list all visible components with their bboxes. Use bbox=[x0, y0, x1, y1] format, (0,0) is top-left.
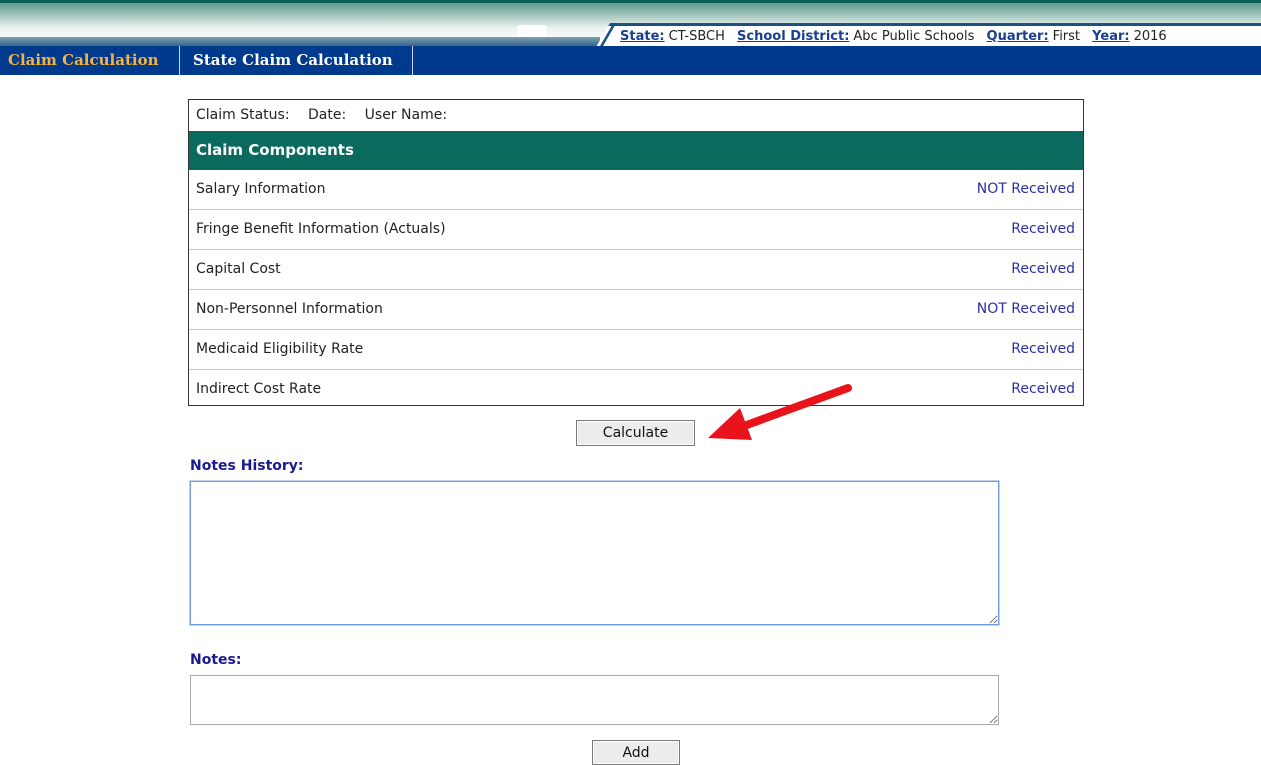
component-status: Received bbox=[1011, 261, 1075, 277]
annotation-arrow-icon bbox=[708, 384, 852, 440]
component-name: Medicaid Eligibility Rate bbox=[196, 341, 364, 357]
notes-textarea[interactable] bbox=[190, 675, 999, 725]
component-status: NOT Received bbox=[976, 301, 1075, 317]
notes-label: Notes: bbox=[190, 652, 242, 668]
claim-components-header: Claim Components bbox=[189, 131, 1083, 170]
year-value: 2016 bbox=[1133, 29, 1167, 44]
component-status: Received bbox=[1011, 341, 1075, 357]
component-row-capital-cost: Capital Cost Received bbox=[189, 250, 1083, 290]
school-district-value: Abc Public Schools bbox=[853, 29, 975, 44]
claim-components-panel: Claim Status: Date: User Name: Claim Com… bbox=[188, 99, 1084, 406]
calculate-button[interactable]: Calculate bbox=[576, 420, 695, 446]
top-banner: State: CT-SBCH School District: Abc Public… bbox=[0, 0, 1261, 47]
claim-user-label: User Name: bbox=[364, 107, 448, 123]
main-nav: Claim Calculation State Claim Calculatio… bbox=[0, 46, 1261, 75]
component-name: Capital Cost bbox=[196, 261, 281, 277]
component-row-non-personnel: Non-Personnel Information NOT Received bbox=[189, 290, 1083, 330]
component-status: NOT Received bbox=[976, 181, 1075, 197]
quarter-link[interactable]: Quarter: bbox=[987, 29, 1049, 44]
component-row-medicaid-eligibility: Medicaid Eligibility Rate Received bbox=[189, 330, 1083, 370]
component-status: Received bbox=[1011, 381, 1075, 397]
state-value: CT-SBCH bbox=[668, 29, 725, 44]
add-button[interactable]: Add bbox=[592, 740, 680, 765]
component-row-indirect-cost: Indirect Cost Rate Received bbox=[189, 370, 1083, 409]
tab-claim-calculation[interactable]: Claim Calculation bbox=[0, 46, 180, 75]
tab-state-claim-calculation[interactable]: State Claim Calculation bbox=[181, 46, 413, 75]
notes-history-label: Notes History: bbox=[190, 458, 304, 474]
component-name: Fringe Benefit Information (Actuals) bbox=[196, 221, 446, 237]
component-row-fringe-benefit: Fringe Benefit Information (Actuals) Rec… bbox=[189, 210, 1083, 250]
school-district-link[interactable]: School District: bbox=[737, 29, 849, 44]
quarter-value: First bbox=[1052, 29, 1081, 44]
claim-date-label: Date: bbox=[308, 107, 347, 123]
component-status: Received bbox=[1011, 221, 1075, 237]
component-name: Indirect Cost Rate bbox=[196, 381, 322, 397]
state-link[interactable]: State: bbox=[620, 29, 665, 44]
claim-status-label: Claim Status: bbox=[196, 107, 290, 123]
claim-context-bar: State: CT-SBCH School District: Abc Public… bbox=[596, 23, 1261, 47]
claim-status-row: Claim Status: Date: User Name: bbox=[189, 100, 1083, 131]
component-name: Salary Information bbox=[196, 181, 326, 197]
component-name: Non-Personnel Information bbox=[196, 301, 383, 317]
component-row-salary: Salary Information NOT Received bbox=[189, 170, 1083, 210]
notes-history-textarea[interactable] bbox=[190, 481, 999, 625]
year-link[interactable]: Year: bbox=[1092, 29, 1129, 44]
